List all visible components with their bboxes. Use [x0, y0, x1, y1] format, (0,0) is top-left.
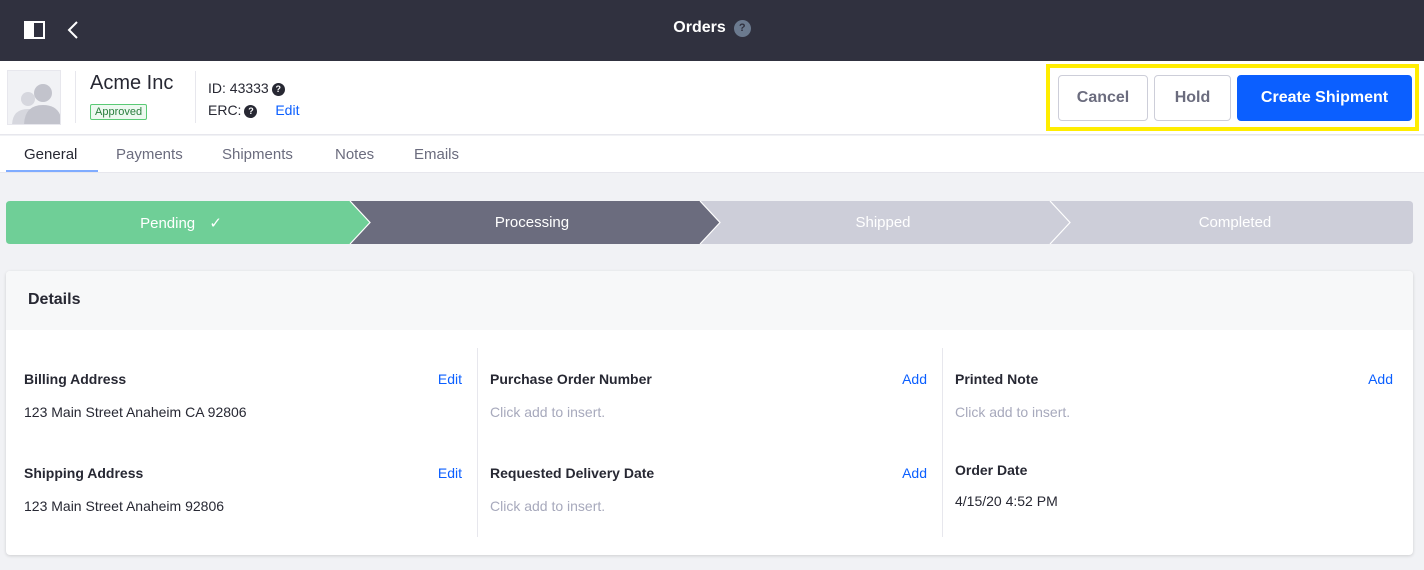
top-navigation-bar: Orders?: [0, 0, 1424, 61]
tab-bar: General Payments Shipments Notes Emails: [0, 136, 1424, 173]
requested-delivery-date-label: Requested Delivery Date: [490, 465, 655, 481]
step-shipped: Shipped: [855, 214, 911, 231]
purchase-order-number-add-link[interactable]: Add: [866, 371, 927, 387]
column-divider: [942, 348, 943, 537]
details-card-header: Details: [6, 271, 1413, 330]
create-shipment-button[interactable]: Create Shipment: [1237, 75, 1412, 121]
tab-shipments[interactable]: Shipments: [222, 146, 293, 163]
requested-delivery-date-add-link[interactable]: Add: [866, 465, 927, 481]
tab-emails[interactable]: Emails: [414, 146, 459, 163]
shipping-address-label: Shipping Address: [24, 465, 144, 481]
hold-button[interactable]: Hold: [1154, 75, 1231, 121]
order-date-value: 4/15/20 4:52 PM: [955, 493, 1058, 509]
account-erc: ERC:? Edit: [208, 102, 299, 118]
shipping-address-value: 123 Main Street Anaheim 92806: [24, 498, 225, 514]
column-divider: [477, 348, 478, 537]
order-date-label: Order Date: [955, 462, 1028, 478]
account-id: ID: 43333?: [208, 80, 285, 96]
user-placeholder-icon: [12, 84, 60, 124]
erc-help-icon[interactable]: ?: [244, 105, 258, 118]
divider: [195, 71, 196, 123]
active-tab-indicator: [6, 170, 98, 172]
tab-payments[interactable]: Payments: [116, 146, 183, 163]
billing-address-edit-link[interactable]: Edit: [406, 371, 462, 387]
step-pending-label: Pending: [140, 215, 196, 232]
details-card: Details Billing Address Edit 123 Main St…: [6, 271, 1413, 555]
printed-note-label: Printed Note: [955, 371, 1039, 387]
billing-address-value: 123 Main Street Anaheim CA 92806: [24, 404, 247, 420]
avatar: [7, 70, 61, 125]
billing-address-label: Billing Address: [24, 371, 127, 387]
order-progress-bar: Pending ✓ Processing Shipped Completed: [6, 201, 1413, 244]
account-id-text: ID: 43333: [208, 80, 269, 96]
step-completed: Completed: [1198, 214, 1272, 231]
tab-notes[interactable]: Notes: [335, 146, 374, 163]
tab-general[interactable]: General: [24, 146, 77, 163]
shipping-address-edit-link[interactable]: Edit: [406, 465, 462, 481]
id-help-icon[interactable]: ?: [271, 83, 285, 96]
step-pending: Pending ✓: [81, 214, 281, 232]
cancel-button[interactable]: Cancel: [1058, 75, 1148, 121]
printed-note-placeholder: Click add to insert.: [955, 404, 1071, 420]
purchase-order-number-placeholder: Click add to insert.: [490, 404, 606, 420]
status-badge: Approved: [90, 104, 148, 120]
help-icon[interactable]: ?: [733, 20, 751, 37]
purchase-order-number-label: Purchase Order Number: [490, 371, 652, 387]
page-title-text: Orders: [673, 19, 726, 36]
step-processing: Processing: [494, 214, 570, 231]
details-title: Details: [28, 291, 81, 308]
check-icon: ✓: [209, 215, 222, 232]
page-title: Orders?: [0, 19, 1424, 37]
account-name: Acme Inc: [90, 72, 174, 94]
divider: [75, 71, 76, 123]
erc-label: ERC:: [208, 102, 242, 118]
erc-edit-link[interactable]: Edit: [275, 102, 299, 118]
printed-note-add-link[interactable]: Add: [1336, 371, 1393, 387]
requested-delivery-date-placeholder: Click add to insert.: [490, 498, 606, 514]
